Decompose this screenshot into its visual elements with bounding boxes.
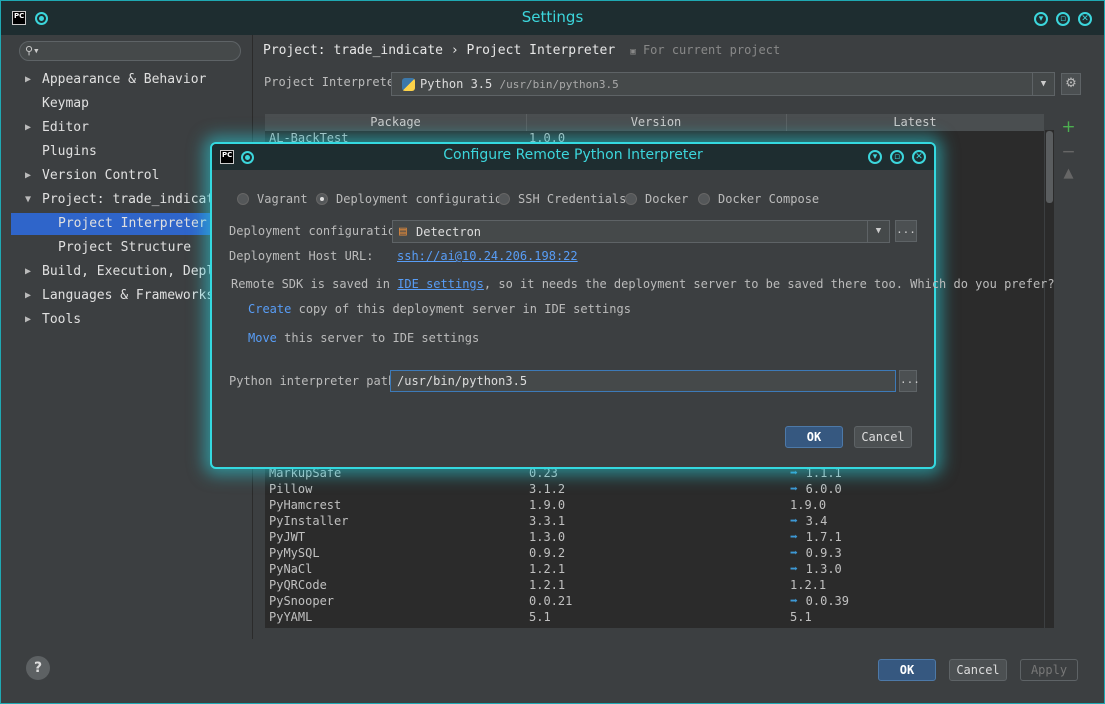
help-button[interactable]: ? <box>26 656 50 680</box>
move-link[interactable]: Move <box>248 331 277 345</box>
expand-arrow-icon: ▶ <box>25 314 32 325</box>
table-header: Package Version Latest <box>265 114 1044 131</box>
table-row[interactable]: PyJWT 1.3.0 ➡ 1.7.1 <box>265 530 1044 546</box>
close-icon[interactable]: ✕ <box>1078 12 1092 26</box>
sidebar-item-editor[interactable]: ▶ Editor <box>11 117 251 139</box>
gear-icon[interactable]: ⚙ <box>1061 73 1081 95</box>
radio-vagrant[interactable]: Vagrant <box>237 192 308 206</box>
table-row[interactable]: PyMySQL 0.9.2 ➡ 0.9.3 <box>265 546 1044 562</box>
interpreter-path-browse-button[interactable]: ... <box>899 370 920 392</box>
maximize-icon[interactable]: ▫ <box>890 150 904 164</box>
upgrade-arrow-icon: ➡ <box>790 562 806 577</box>
remove-package-icon[interactable]: − <box>1056 142 1081 162</box>
page-icon: ▣ <box>630 47 636 57</box>
window-title: Settings <box>521 8 584 26</box>
deployment-config-label: Deployment configuration: <box>229 224 410 238</box>
column-header-version[interactable]: Version <box>526 115 786 129</box>
deployment-config-select[interactable]: ▤ Detectron ▼ <box>392 220 890 243</box>
search-icon: ⚲▾ <box>25 44 40 57</box>
table-row[interactable]: PyInstaller 3.3.1 ➡ 3.4 <box>265 514 1044 530</box>
dialog-title: Configure Remote Python Interpreter <box>443 147 703 163</box>
project-interpreter-label: Project Interpreter: <box>264 75 409 89</box>
minimize-icon[interactable]: ▾ <box>868 150 882 164</box>
upgrade-arrow-icon: ➡ <box>790 530 806 545</box>
dialog-cancel-button[interactable]: Cancel <box>854 426 912 448</box>
radio-deployment-configuration[interactable]: Deployment configuration <box>316 192 509 206</box>
window-titlebar: PC Settings ▾ ▫ ✕ <box>1 1 1104 35</box>
add-package-icon[interactable]: + <box>1056 117 1081 137</box>
settings-search-input[interactable]: ⚲▾ <box>19 41 241 61</box>
radio-docker[interactable]: Docker <box>625 192 688 206</box>
radio-circle[interactable] <box>698 193 710 205</box>
upgrade-arrow-icon: ➡ <box>790 594 806 609</box>
maximize-icon[interactable]: ▫ <box>1056 12 1070 26</box>
configure-remote-interpreter-dialog: PC Configure Remote Python Interpreter ▾… <box>210 142 1055 469</box>
radio-ssh-credentials[interactable]: SSH Credentials <box>498 192 626 206</box>
ide-settings-link[interactable]: IDE settings <box>397 277 484 291</box>
expand-arrow-icon: ▶ <box>25 122 32 133</box>
expand-arrow-icon: ▶ <box>25 74 32 85</box>
collapse-arrow-icon: ▼ <box>25 194 32 205</box>
ok-button[interactable]: OK <box>878 659 936 681</box>
radio-circle[interactable] <box>237 193 249 205</box>
chevron-down-icon[interactable]: ▼ <box>867 221 889 242</box>
server-icon: ▤ <box>399 224 407 239</box>
deployment-config-browse-button[interactable]: ... <box>895 220 917 242</box>
upgrade-package-icon[interactable]: ▲ <box>1056 166 1081 181</box>
radio-circle-selected[interactable] <box>316 193 328 205</box>
radio-circle[interactable] <box>498 193 510 205</box>
create-option: Create copy of this deployment server in… <box>248 302 631 316</box>
breadcrumb: Project: trade_indicate › Project Interp… <box>263 43 781 58</box>
table-scrollbar-thumb[interactable] <box>1046 131 1053 203</box>
dialog-ok-button[interactable]: OK <box>785 426 843 448</box>
sidebar-item-appearance[interactable]: ▶ Appearance & Behavior <box>11 69 251 91</box>
upgrade-arrow-icon: ➡ <box>790 546 806 561</box>
sdk-message: Remote SDK is saved in IDE settings, so … <box>231 277 1055 291</box>
upgrade-arrow-icon: ➡ <box>790 514 806 529</box>
move-option: Move this server to IDE settings <box>248 331 480 345</box>
radio-circle[interactable] <box>625 193 637 205</box>
cancel-button[interactable]: Cancel <box>949 659 1007 681</box>
table-scrollbar[interactable] <box>1045 130 1054 628</box>
close-icon[interactable]: ✕ <box>912 150 926 164</box>
upgrade-arrow-icon: ➡ <box>790 482 806 497</box>
package-toolbar: + − ▲ <box>1056 114 1081 194</box>
minimize-icon[interactable]: ▾ <box>1034 12 1048 26</box>
host-url-label: Deployment Host URL: <box>229 249 374 263</box>
host-url-link[interactable]: ssh://ai@10.24.206.198:22 <box>397 249 578 263</box>
chevron-down-icon[interactable]: ▼ <box>1032 73 1054 95</box>
dialog-titlebar: PC Configure Remote Python Interpreter ▾… <box>212 144 934 170</box>
sidebar-item-keymap[interactable]: Keymap <box>11 93 251 115</box>
expand-arrow-icon: ▶ <box>25 266 32 277</box>
project-interpreter-select[interactable]: Python 3.5 /usr/bin/python3.5 ▼ <box>391 72 1055 96</box>
expand-arrow-icon: ▶ <box>25 170 32 181</box>
expand-arrow-icon: ▶ <box>25 290 32 301</box>
table-row[interactable]: PyNaCl 1.2.1 ➡ 1.3.0 <box>265 562 1044 578</box>
table-row[interactable]: PySnooper 0.0.21 ➡ 0.0.39 <box>265 594 1044 610</box>
for-current-project-note: ▣ For current project <box>630 43 781 57</box>
python-icon <box>402 78 415 91</box>
dialog-body: Vagrant Deployment configuration SSH Cre… <box>216 172 1055 462</box>
table-row[interactable]: PyQRCode 1.2.1 1.2.1 <box>265 578 1044 594</box>
create-link[interactable]: Create <box>248 302 291 316</box>
table-row[interactable]: Pillow 3.1.2 ➡ 6.0.0 <box>265 482 1044 498</box>
table-row[interactable]: PyYAML 5.1 5.1 <box>265 610 1044 626</box>
column-header-latest[interactable]: Latest <box>786 115 1044 129</box>
column-header-package[interactable]: Package <box>265 115 526 129</box>
apply-button[interactable]: Apply <box>1020 659 1078 681</box>
radio-docker-compose[interactable]: Docker Compose <box>698 192 819 206</box>
interpreter-path-input[interactable]: /usr/bin/python3.5 <box>390 370 896 392</box>
interpreter-path-label: Python interpreter path: <box>229 374 403 388</box>
table-row[interactable]: PyHamcrest 1.9.0 1.9.0 <box>265 498 1044 514</box>
